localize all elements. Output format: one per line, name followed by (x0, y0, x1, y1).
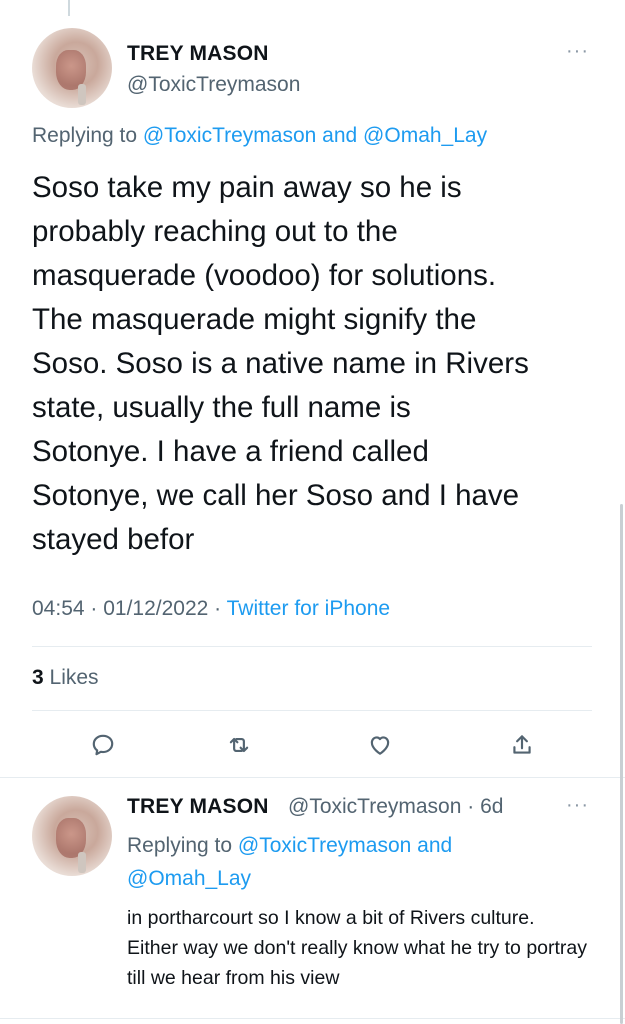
likes-count: 3 (32, 666, 44, 689)
retweet-icon (229, 737, 249, 753)
main-tweet: TREY MASON @ToxicTreymason ··· Replying … (0, 0, 625, 775)
reply-button[interactable] (88, 730, 118, 760)
replying-to-line: Replying to @ToxicTreymason and @Omah_La… (32, 124, 487, 148)
mention-link[interactable]: @ToxicTreymason (238, 834, 411, 857)
reply-replying-to-line: Replying to @ToxicTreymason and @Omah_Lay (127, 829, 557, 895)
tweet-time[interactable]: 04:54 (32, 597, 85, 620)
mention-link[interactable]: @ToxicTreymason (143, 124, 316, 147)
heart-icon (370, 736, 390, 755)
replying-prefix: Replying to (127, 834, 238, 857)
divider (32, 710, 592, 711)
reply-icon (92, 734, 114, 756)
reply-author-handle[interactable]: @ToxicTreymason (288, 795, 461, 818)
like-button[interactable] (365, 730, 395, 760)
author-handle[interactable]: @ToxicTreymason (127, 73, 300, 97)
reply-age[interactable]: 6d (480, 795, 503, 818)
reply-author-name[interactable]: TREY MASON (127, 795, 269, 819)
tweet-date[interactable]: 01/12/2022 (103, 597, 208, 620)
likes-label: Likes (49, 666, 99, 689)
more-horizontal-icon[interactable]: ··· (566, 795, 589, 815)
divider (0, 1018, 625, 1019)
share-button[interactable] (507, 730, 537, 760)
replying-and: and (411, 834, 453, 857)
likes-link[interactable]: 3 Likes (32, 666, 99, 690)
tweet-meta: 04:54 · 01/12/2022 · Twitter for iPhone (32, 597, 391, 620)
tweet-text: Soso take my pain away so he is probably… (32, 171, 529, 556)
avatar[interactable] (32, 28, 112, 108)
reply-author-meta: @ToxicTreymason · 6d (288, 795, 504, 818)
tweet-source-link[interactable]: Twitter for iPhone (227, 597, 390, 620)
reply-tweet-text: in portharcourt so I know a bit of River… (127, 907, 588, 989)
mention-link[interactable]: @Omah_Lay (363, 124, 487, 147)
mention-link[interactable]: @Omah_Lay (127, 867, 251, 890)
retweet-button[interactable] (224, 730, 254, 760)
divider (32, 646, 592, 647)
scrollbar[interactable] (620, 504, 623, 1024)
author-name[interactable]: TREY MASON (127, 42, 269, 66)
replying-and: and (316, 124, 364, 147)
avatar[interactable] (32, 796, 112, 876)
share-icon (513, 735, 531, 754)
tweet-separator (0, 777, 625, 778)
more-horizontal-icon[interactable]: ··· (566, 41, 589, 61)
replying-prefix: Replying to (32, 124, 143, 147)
